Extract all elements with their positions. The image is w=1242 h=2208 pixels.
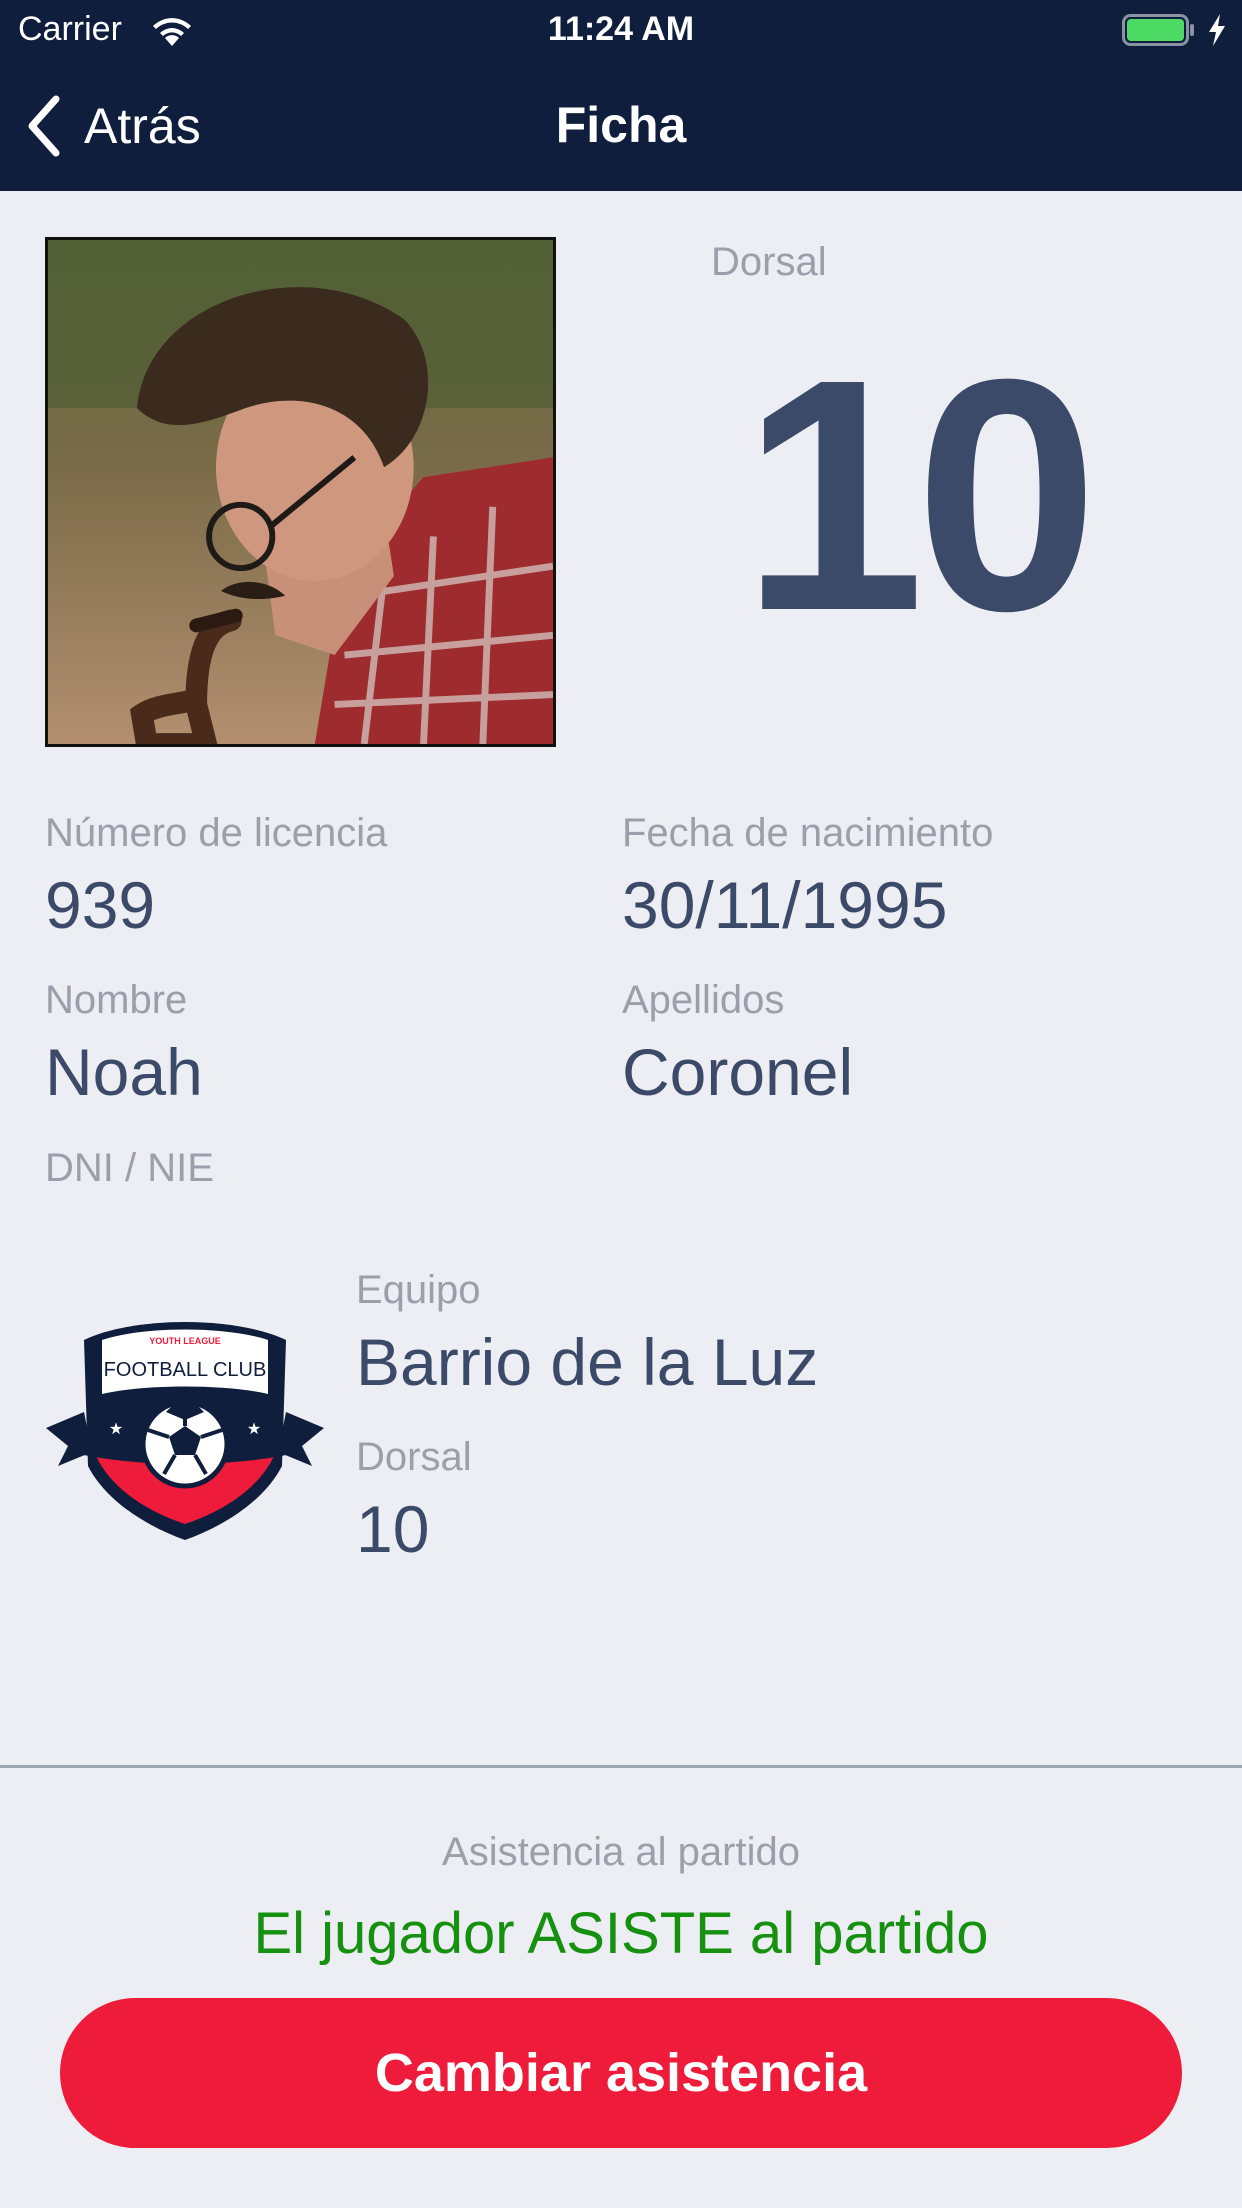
attendance-status: El jugador ASISTE al partido [253, 1901, 989, 1966]
dorsal-label: Dorsal [711, 240, 827, 284]
team-value: Barrio de la Luz [356, 1325, 819, 1399]
birthdate-value: 30/11/1995 [622, 868, 948, 942]
svg-text:★: ★ [109, 1421, 123, 1438]
team-dorsal-label: Dorsal [356, 1435, 472, 1479]
attendance-label: Asistencia al partido [442, 1830, 800, 1874]
team-dorsal-value: 10 [356, 1492, 430, 1566]
crest-text: FOOTBALL CLUB [104, 1359, 267, 1381]
status-bar: Carrier 11:24 AM [0, 0, 1242, 60]
crest-top-text: YOUTH LEAGUE [149, 1336, 221, 1346]
battery-icon [1122, 14, 1194, 46]
change-attendance-button[interactable]: Cambiar asistencia [60, 1998, 1182, 2148]
dni-label: DNI / NIE [45, 1146, 214, 1190]
divider [0, 1765, 1242, 1768]
license-value: 939 [45, 868, 156, 942]
page-title: Ficha [555, 97, 687, 153]
name-value: Noah [45, 1035, 203, 1109]
clock: 11:24 AM [547, 10, 695, 48]
surname-value: Coronel [622, 1035, 854, 1109]
license-label: Número de licencia [45, 811, 388, 855]
team-crest-logo: YOUTH LEAGUE FOOTBALL CLUB ★ ★ [46, 1322, 324, 1540]
team-label: Equipo [356, 1268, 481, 1312]
player-photo [45, 237, 556, 747]
surname-label: Apellidos [622, 978, 785, 1022]
charging-icon [1209, 14, 1225, 46]
dorsal-number: 10 [741, 310, 1098, 679]
navigation-bar: Atrás Ficha [0, 60, 1242, 191]
svg-text:★: ★ [247, 1421, 261, 1438]
name-label: Nombre [45, 978, 188, 1022]
birthdate-label: Fecha de nacimiento [622, 811, 994, 855]
